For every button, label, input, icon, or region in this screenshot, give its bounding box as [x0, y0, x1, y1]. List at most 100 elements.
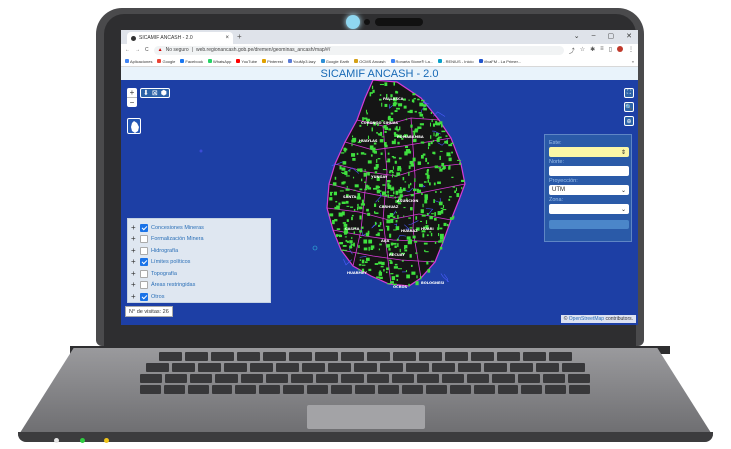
- concession-patch: [377, 200, 380, 202]
- browser-tab[interactable]: SICAMIF ANCASH - 2.0 ×: [127, 32, 233, 44]
- concession-patch: [378, 261, 382, 265]
- fullscreen-button[interactable]: ⛶: [624, 88, 634, 98]
- concession-patch: [352, 157, 356, 161]
- layer-row[interactable]: + Áreas restringidas: [131, 280, 267, 292]
- bookmark-yoump3[interactable]: YouMp3.lazy: [287, 59, 316, 64]
- layer-row[interactable]: + Topografía: [131, 268, 267, 280]
- concession-patch: [393, 191, 395, 195]
- concession-patch: [408, 239, 412, 244]
- expand-icon[interactable]: +: [131, 235, 137, 243]
- menu-icon[interactable]: ⋮: [628, 46, 634, 55]
- layer-row[interactable]: + Formalización Minera: [131, 234, 267, 246]
- province-label: PALLASCA: [383, 97, 404, 101]
- concession-patch: [371, 147, 376, 151]
- print-icon[interactable]: ⊠: [152, 89, 158, 97]
- minimize-button[interactable]: –: [592, 32, 596, 40]
- bookmark-facebook[interactable]: Facebook: [180, 59, 203, 64]
- norte-input[interactable]: [549, 166, 629, 176]
- bookmark-google[interactable]: Google: [157, 59, 175, 64]
- expand-icon[interactable]: +: [131, 258, 137, 266]
- concession-patch: [397, 268, 403, 270]
- concession-patch: [360, 236, 362, 238]
- layer-row[interactable]: + Límites políticos: [131, 257, 267, 269]
- spinner-icon[interactable]: ⇕: [621, 149, 626, 156]
- search-button[interactable]: 🔍: [624, 102, 634, 112]
- bookmark-youtube[interactable]: YouTube: [236, 59, 257, 64]
- expand-icon[interactable]: +: [131, 269, 137, 278]
- home-extent-button[interactable]: [127, 118, 141, 134]
- url-field[interactable]: ▲ No seguro | web.regionancash.gob.pe/dr…: [153, 45, 564, 55]
- bookmark-vivafm[interactable]: VivaFM - La Primer...: [478, 59, 521, 64]
- layer-row[interactable]: + Hidrografía: [131, 245, 267, 257]
- forward-button[interactable]: →: [135, 47, 140, 53]
- download-icon[interactable]: ⬇: [143, 89, 149, 97]
- bookmark-ronarta[interactable]: Ronarta Stone® La...: [390, 59, 433, 64]
- proyeccion-select[interactable]: UTM ⌄: [549, 185, 629, 195]
- reload-button[interactable]: C: [145, 47, 149, 53]
- trackpad: [307, 405, 425, 429]
- expand-icon[interactable]: +: [131, 281, 137, 289]
- concession-patch: [429, 231, 432, 233]
- norte-label: Norte:: [549, 159, 564, 165]
- concession-patch: [343, 147, 347, 152]
- bookmark-whatsapp[interactable]: WhatsApp: [207, 59, 231, 64]
- sidebar-icon[interactable]: ▯: [609, 46, 612, 55]
- expand-icon[interactable]: +: [131, 223, 137, 232]
- zoom-out-button[interactable]: −: [127, 98, 137, 107]
- osm-link[interactable]: OpenStreetMap: [569, 316, 604, 322]
- reading-list-icon[interactable]: ≡: [600, 46, 604, 55]
- close-window-button[interactable]: ✕: [626, 32, 632, 40]
- bookmark-renius[interactable]: - RENIUS - Inicio: [438, 59, 474, 64]
- new-tab-button[interactable]: +: [237, 32, 242, 41]
- concession-patch: [455, 187, 458, 192]
- tab-close-icon[interactable]: ×: [225, 35, 229, 41]
- share-icon[interactable]: ⤴: [569, 46, 575, 55]
- maximize-button[interactable]: ▢: [608, 32, 615, 40]
- zona-select[interactable]: ⌄: [549, 204, 629, 214]
- concession-patch: [356, 152, 359, 155]
- star-icon[interactable]: ☆: [580, 46, 585, 55]
- map-viewport[interactable]: HUARI ASUNCION CARHUAZ YUNGAY HUARAZ AIJA RECU…: [121, 80, 638, 325]
- zoom-in-button[interactable]: +: [127, 88, 137, 98]
- concession-patch: [375, 163, 379, 168]
- bookmarks-overflow-icon[interactable]: »: [632, 59, 634, 64]
- expand-icon[interactable]: +: [131, 246, 137, 255]
- layers-icon[interactable]: ⬢: [161, 89, 167, 97]
- layer-checkbox[interactable]: [140, 246, 148, 255]
- layer-checkbox[interactable]: [140, 258, 148, 267]
- layer-row[interactable]: + Concesiones Mineras: [131, 222, 267, 234]
- concession-patch: [368, 246, 370, 251]
- tab-search-icon[interactable]: ⌄: [574, 32, 580, 40]
- concession-patch: [395, 190, 399, 195]
- concession-patch: [345, 188, 350, 191]
- layer-checkbox[interactable]: [140, 292, 148, 301]
- concession-patch: [335, 234, 338, 237]
- concession-patch: [405, 118, 407, 121]
- concession-patch: [416, 188, 419, 193]
- concession-patch: [385, 225, 390, 228]
- layer-row[interactable]: + Otros: [131, 291, 267, 303]
- bookmark-google-earth[interactable]: Google Earth: [320, 59, 349, 64]
- concession-patch: [374, 263, 379, 265]
- layer-checkbox[interactable]: [140, 235, 148, 244]
- concession-patch: [438, 233, 440, 237]
- concession-patch: [419, 123, 424, 126]
- este-input[interactable]: ⇕: [549, 147, 629, 157]
- back-button[interactable]: ←: [125, 47, 130, 53]
- bookmark-ocms[interactable]: OCMS Ancash: [354, 59, 386, 64]
- concession-patch: [398, 189, 403, 194]
- youtube-icon: [236, 59, 241, 63]
- bookmark-apps[interactable]: Aplicaciones: [125, 59, 152, 64]
- concession-patch: [430, 111, 433, 114]
- bookmark-pinterest[interactable]: Pinterest: [262, 59, 283, 64]
- locate-coordinates-button[interactable]: [549, 220, 629, 229]
- layer-checkbox[interactable]: [140, 269, 148, 278]
- layer-checkbox[interactable]: [140, 281, 148, 290]
- concession-patch: [341, 201, 346, 204]
- profile-avatar-icon[interactable]: [617, 45, 623, 52]
- layer-label: Límites políticos: [151, 259, 191, 266]
- expand-icon[interactable]: +: [131, 292, 137, 301]
- layer-checkbox[interactable]: [140, 223, 148, 232]
- locate-button[interactable]: ⊕: [624, 116, 634, 126]
- extension-icon[interactable]: ✱: [590, 46, 595, 55]
